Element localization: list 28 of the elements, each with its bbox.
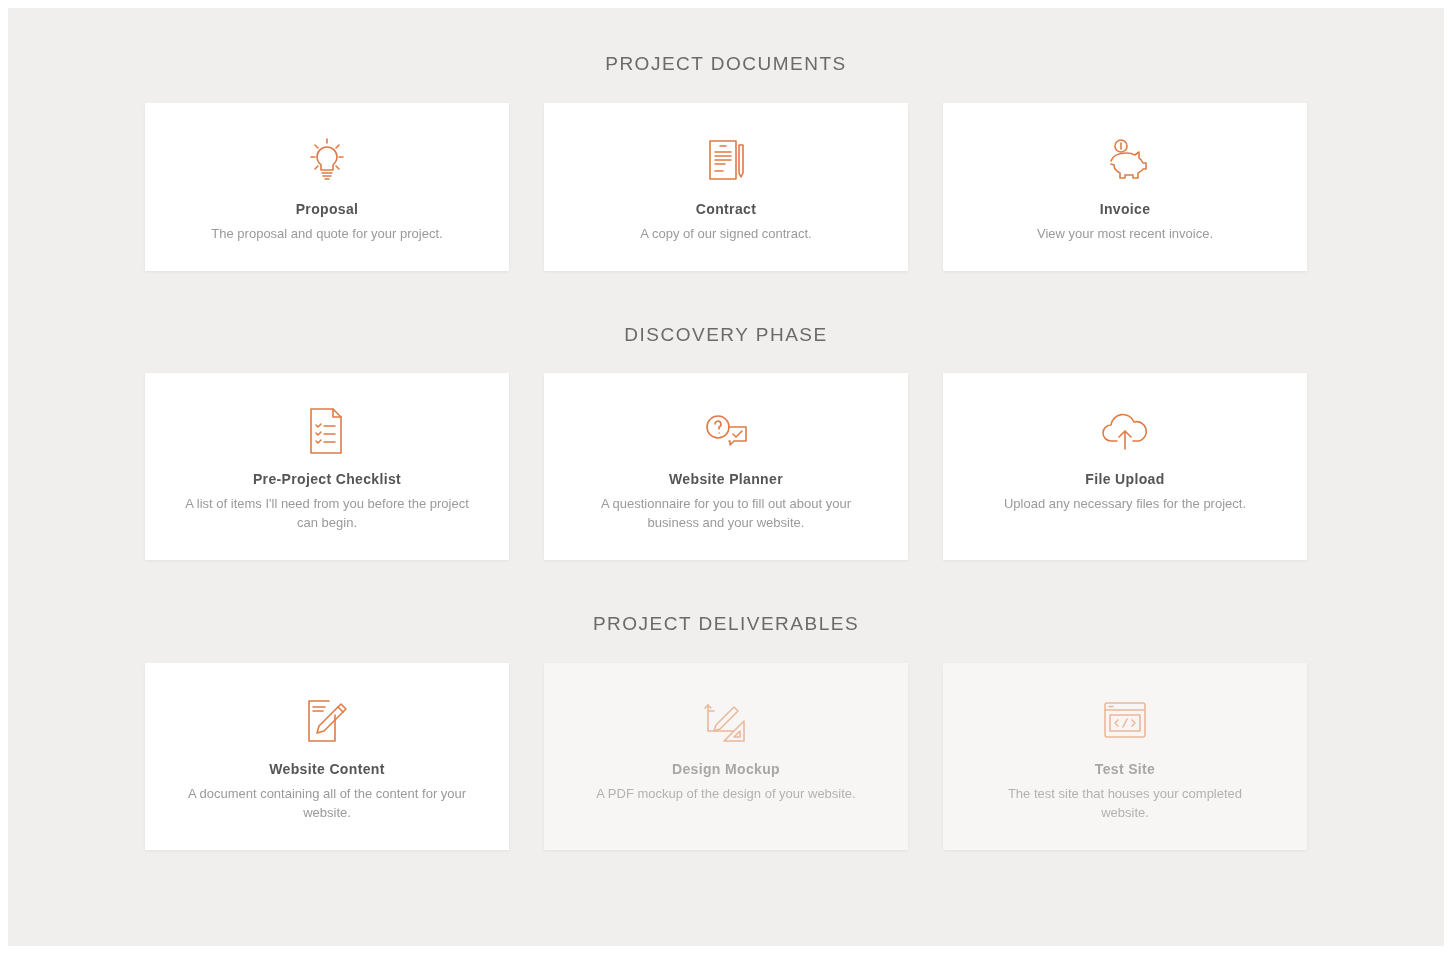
card-description: A copy of our signed contract. [640, 224, 812, 243]
card-description: Upload any necessary files for the project. [1003, 495, 1247, 513]
section-heading: PROJECT DOCUMENTS [605, 52, 847, 76]
document-card[interactable]: Website Content A document containing all of the content for your website. [145, 662, 509, 850]
card-description: A questionnaire for you to fill out about your business and your website. [599, 495, 852, 532]
document-card[interactable]: Proposal The proposal and quote for your project. [145, 102, 509, 271]
card-description: The proposal and quote for your project. [211, 224, 443, 243]
document-card[interactable]: Pre-Project Checklist A list of items I'll need from you before the project can begin. [145, 373, 509, 560]
card-description: The test site that houses your completed website. [1006, 784, 1244, 822]
card-title: Website Planner [669, 470, 783, 489]
document-card[interactable]: File Upload Upload any necessary files for the project. [943, 373, 1307, 560]
card-title: Contract [695, 199, 757, 219]
card-title: Invoice [1099, 199, 1151, 219]
card-title: Website Content [269, 759, 385, 779]
card-title: Design Mockup [672, 759, 780, 779]
card-description: A list of items I'll need from you before the project can begin. [184, 495, 470, 532]
document-card[interactable]: Invoice View your most recent invoice. [943, 102, 1307, 271]
card-title: Proposal [295, 199, 359, 219]
section-heading: DISCOVERY PHASE [624, 322, 828, 347]
card-title: File Upload [1085, 470, 1165, 489]
card-description: A PDF mockup of the design of your website. [596, 784, 856, 803]
card-title: Pre-Project Checklist [252, 470, 402, 489]
document-card[interactable]: Contract A copy of our signed contract. [544, 102, 908, 271]
section-heading: PROJECT DELIVERABLES [592, 612, 860, 636]
card-description: A document containing all of the content for your website. [186, 784, 468, 822]
card-title: Test Site [1094, 759, 1156, 779]
document-card[interactable]: Website Planner A questionnaire for you to fill out about your business and your website. [544, 373, 908, 560]
card-description: View your most recent invoice. [1036, 224, 1214, 243]
